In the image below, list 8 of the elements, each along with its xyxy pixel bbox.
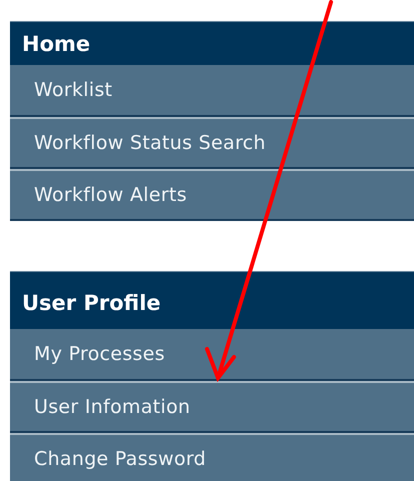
menu-header: Home [10,21,414,65]
menu-item[interactable]: User Infomation [10,381,414,433]
menu-item[interactable]: Workflow Alerts [10,169,414,221]
menu-item[interactable]: Change Password [10,433,414,481]
menu-item[interactable]: Workflow Status Search [10,117,414,169]
menu-item[interactable]: Worklist [10,65,414,117]
menu-header: User Profile [10,271,414,329]
menu-item[interactable]: My Processes [10,329,414,381]
